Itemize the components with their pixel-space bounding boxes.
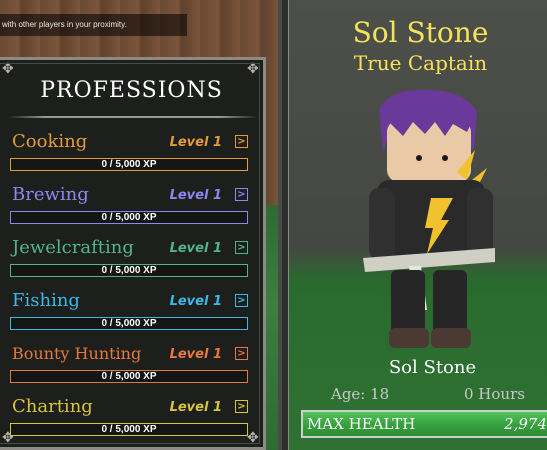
title-divider (8, 116, 258, 118)
character-viewport: Sol Stone True Captain Sol Stone Age: 18… (288, 0, 547, 450)
profession-xp-text: 0 / 5,000 XP (101, 265, 157, 276)
character-name: Sol Stone (352, 16, 489, 49)
chevron-right-icon[interactable]: > (235, 135, 248, 148)
chevron-right-icon[interactable]: > (235, 400, 248, 413)
character-hours-played: 0 Hours (464, 385, 525, 403)
game-screen: with other players in your proximity. ✥ … (0, 0, 547, 450)
profession-name: Bounty Hunting (12, 344, 142, 363)
max-health-label: MAX HEALTH (307, 415, 416, 433)
profession-row-fishing: Fishing Level 1 > 0 / 5,000 XP (10, 289, 250, 339)
profession-row-cooking: Cooking Level 1 > 0 / 5,000 XP (10, 130, 250, 180)
profession-xp-bar: 0 / 5,000 XP (10, 317, 248, 330)
profession-name: Cooking (12, 131, 88, 152)
profession-row-charting: Charting Level 1 > 0 / 5,000 XP (10, 395, 250, 445)
profession-level: Level 1 (169, 241, 222, 256)
profession-name: Jewelcrafting (12, 237, 134, 258)
profession-xp-bar: 0 / 5,000 XP (10, 158, 248, 171)
chevron-right-icon[interactable]: > (235, 294, 248, 307)
chevron-right-icon[interactable]: > (235, 347, 248, 360)
profession-level: Level 1 (169, 294, 222, 309)
profession-xp-bar: 0 / 5,000 XP (10, 423, 248, 436)
professions-panel: ✥ ✥ ✥ ✥ PROFESSIONS Cooking Level 1 > 0 … (0, 57, 266, 450)
profession-xp-bar: 0 / 5,000 XP (10, 370, 248, 383)
profession-xp-text: 0 / 5,000 XP (101, 159, 157, 170)
max-health-bar: MAX HEALTH 2,974 (301, 410, 547, 438)
profession-name: Charting (12, 396, 93, 417)
proximity-notice: with other players in your proximity. (0, 14, 187, 36)
profession-level: Level 1 (169, 188, 222, 203)
ornament-corner-icon: ✥ (2, 61, 14, 77)
max-health-value: 2,974 (504, 415, 547, 433)
profession-xp-text: 0 / 5,000 XP (101, 424, 157, 435)
chevron-right-icon[interactable]: > (235, 241, 248, 254)
character-display-name: Sol Stone (388, 357, 477, 378)
profession-xp-text: 0 / 5,000 XP (101, 318, 157, 329)
profession-level: Level 1 (169, 400, 222, 415)
profession-xp-text: 0 / 5,000 XP (101, 212, 157, 223)
profession-level: Level 1 (169, 135, 222, 150)
character-age: Age: 18 (331, 385, 390, 403)
profession-xp-bar: 0 / 5,000 XP (10, 264, 248, 277)
profession-row-brewing: Brewing Level 1 > 0 / 5,000 XP (10, 183, 250, 233)
profession-xp-bar: 0 / 5,000 XP (10, 211, 248, 224)
profession-xp-text: 0 / 5,000 XP (101, 371, 157, 382)
profession-name: Fishing (12, 290, 80, 311)
character-panel: Sol Stone True Captain Sol Stone Age: 18… (278, 0, 547, 450)
ornament-corner-icon: ✥ (247, 61, 259, 77)
professions-title: PROFESSIONS (40, 78, 223, 103)
profession-level: Level 1 (169, 347, 222, 362)
character-title: True Captain (353, 51, 488, 75)
profession-name: Brewing (12, 184, 89, 205)
character-avatar (363, 89, 495, 348)
profession-row-jewelcrafting: Jewelcrafting Level 1 > 0 / 5,000 XP (10, 236, 250, 286)
profession-row-bounty-hunting: Bounty Hunting Level 1 > 0 / 5,000 XP (10, 342, 250, 392)
chevron-right-icon[interactable]: > (235, 188, 248, 201)
